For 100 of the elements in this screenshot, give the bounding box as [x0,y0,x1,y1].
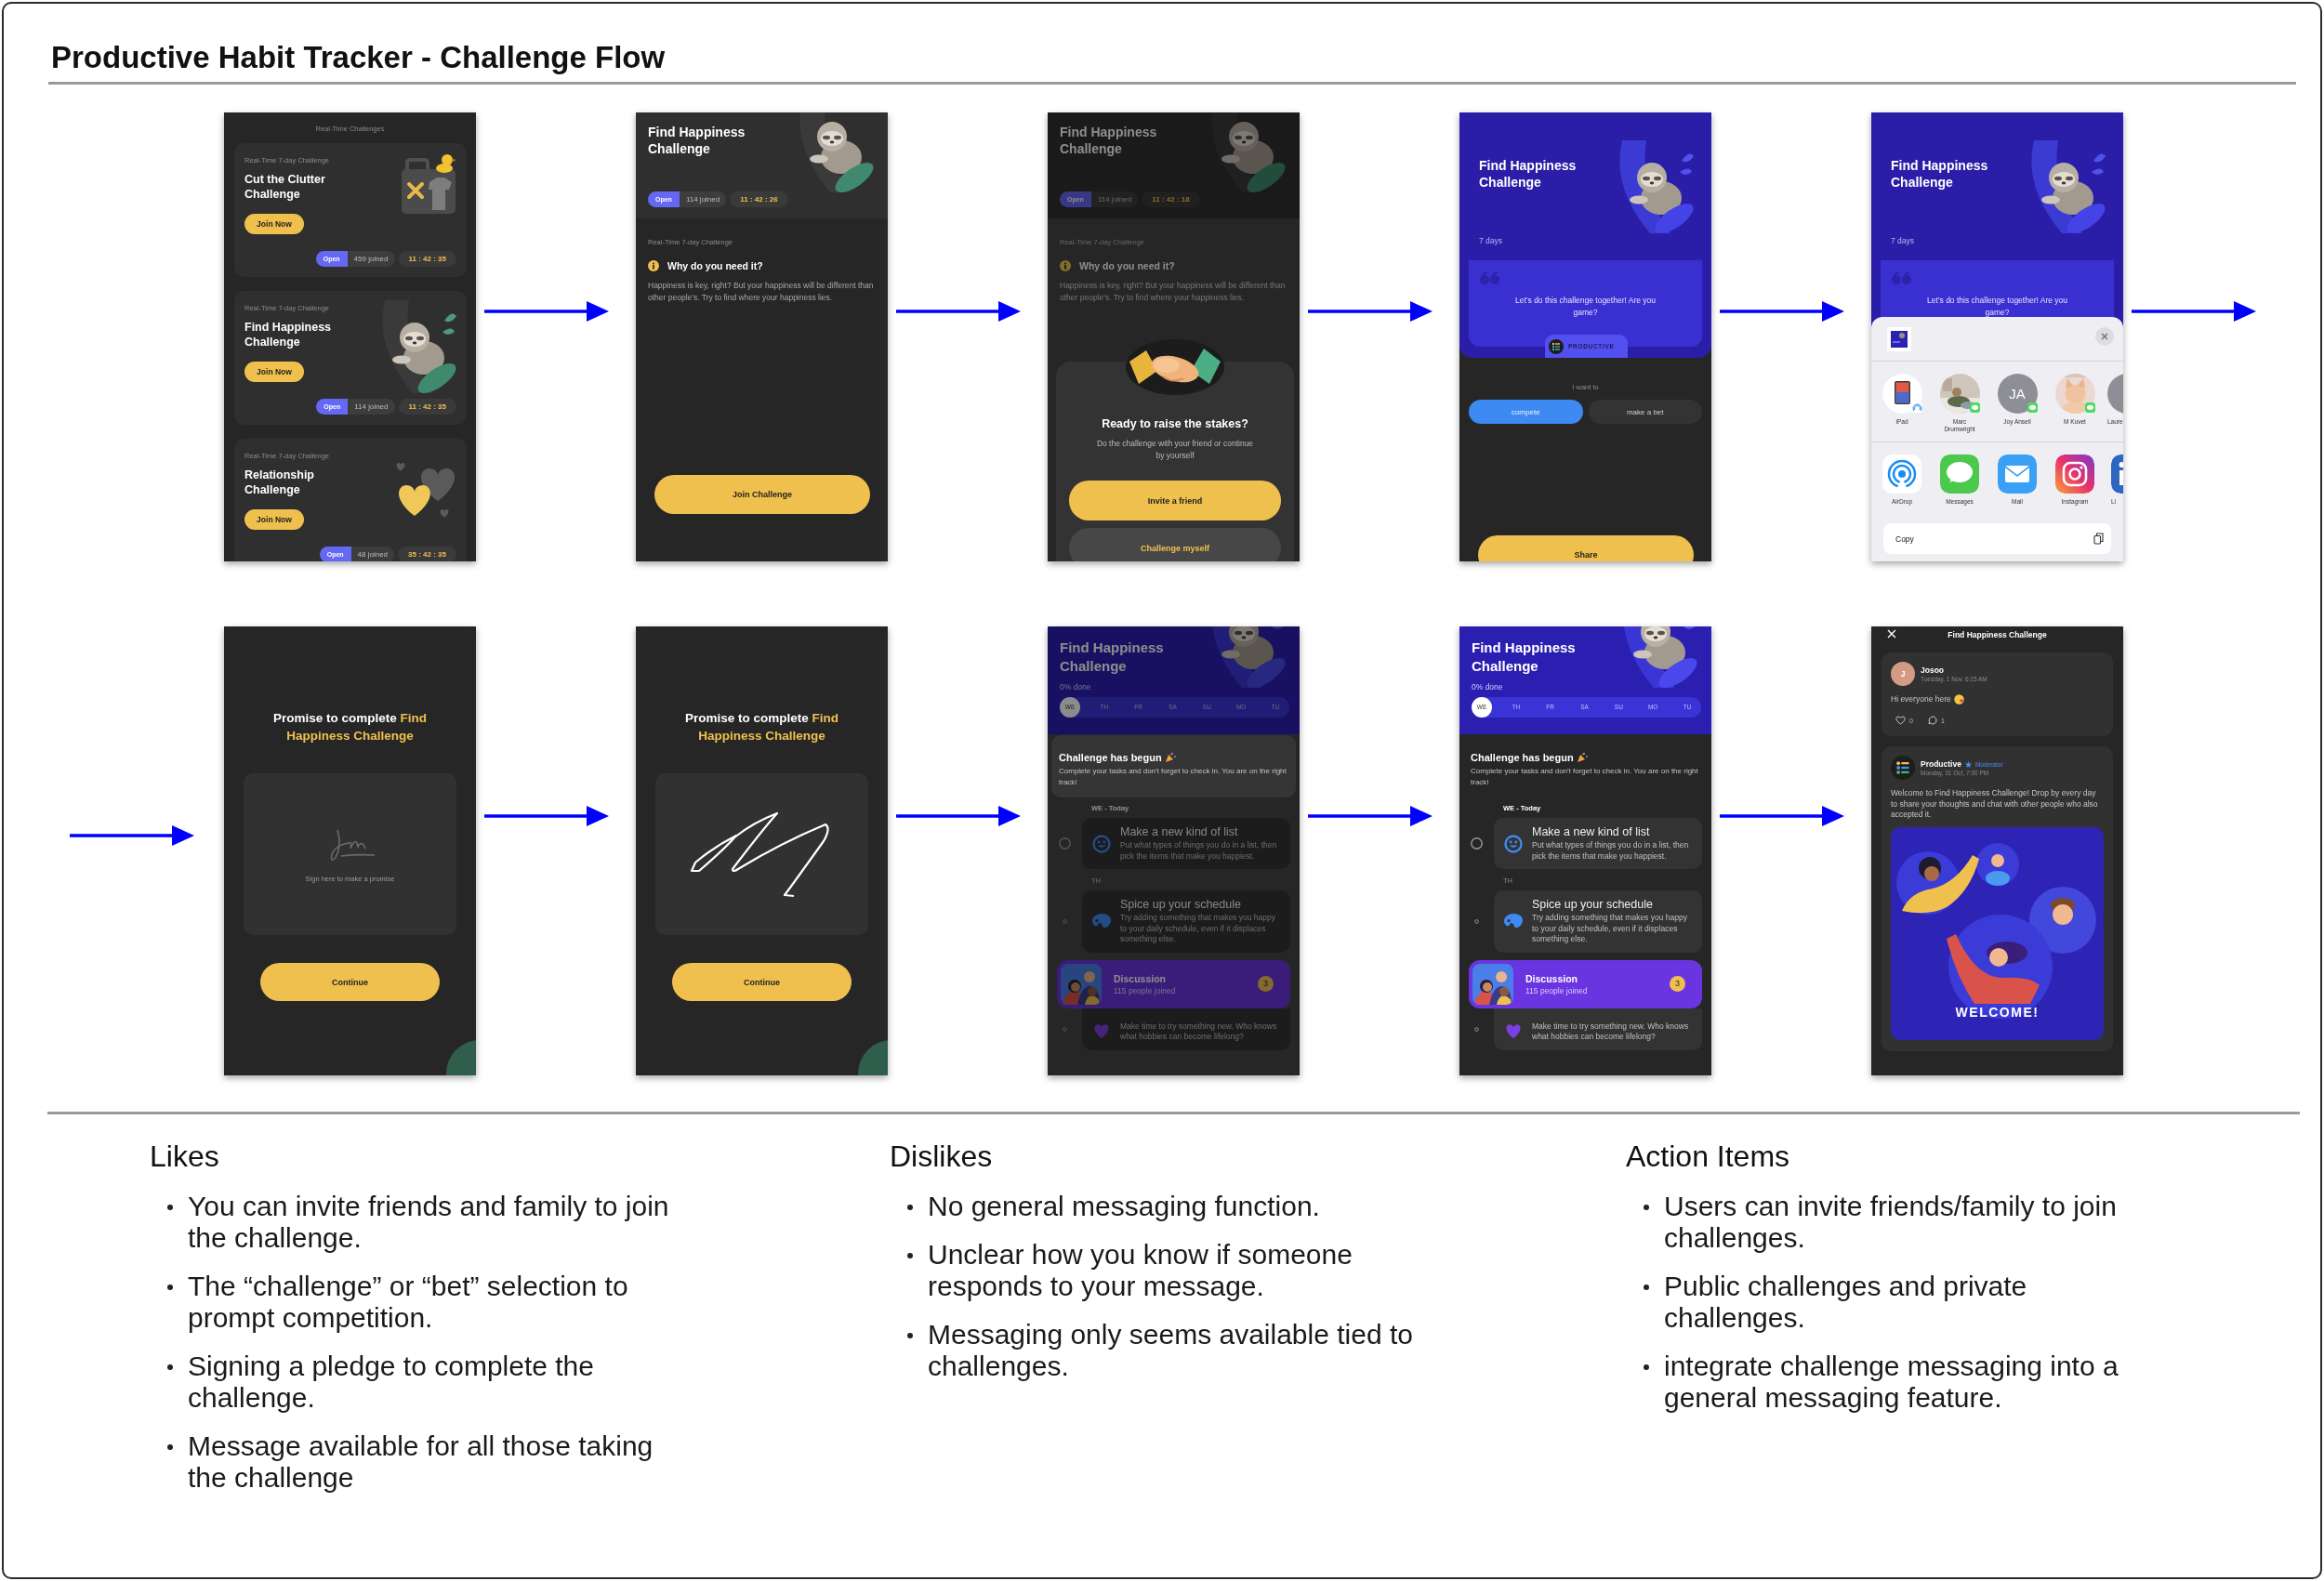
dialog-text: Do the challenge with your friend or continue by yourself [1096,438,1254,462]
envelope-icon[interactable] [1998,455,2037,494]
bullet-icon [907,1333,913,1338]
member-count: 115 people joined [1525,985,1589,995]
challenge-title: Find Happiness Challenge [1060,639,1165,675]
section-heading: Action Items [1626,1139,1791,1174]
joined-count: 114 joined [348,399,395,415]
discussion-title: Discussion [1525,972,1579,984]
task-description: Make time to try something new. Who knows what hobbies can become lifelong? [1120,1021,1278,1043]
join-button[interactable]: Join Now [244,509,304,530]
bullet-text: Public challenges and private challenges. [1664,1271,2028,1334]
task-description: Try adding something that makes you happy to your daily schedule, even if it displaces something else. [1120,913,1276,945]
bullet-text: You can invite friends and family to join the challenge. [188,1191,670,1254]
heart-icon [1092,1022,1111,1039]
screen-title: Find Happiness Challenge [1948,629,2047,639]
share-button[interactable]: Share [1478,535,1694,561]
party-icon [1576,752,1588,763]
card-title: Relationship Challenge [244,468,315,497]
bullet-icon [1644,1205,1649,1210]
contact-avatar[interactable]: JA [1997,374,2038,414]
invite-button[interactable]: Invite a friend [1069,481,1281,520]
like-icon [1895,716,1906,726]
join-button[interactable]: Join Now [244,362,304,382]
promise-title: Promise to complete Find Happiness Challenge [271,710,429,744]
discussion-card[interactable]: Discussion 115 people joined 3 [1469,959,1702,1008]
description-text: Happiness is key, right? But your happiness will be different than other people's. Try to find where your happiness lies. [1060,280,1287,303]
discussion-card[interactable]: Discussion 115 people joined 3 [1057,959,1290,1008]
task-title: Spice up your schedule [1532,898,1654,911]
continue-button[interactable]: Continue [260,963,440,1001]
task-card[interactable]: Make time to try something new. Who knows what hobbies can become lifelong? [1494,1008,1702,1050]
count-badge: 3 [1670,976,1685,992]
bullet-icon [907,1253,913,1258]
challenge-title: Find Happiness Challenge [648,125,746,157]
task-card[interactable]: Make time to try something new. Who knows what hobbies can become lifelong? [1082,1008,1290,1050]
joined-count: 48 joined [350,547,395,561]
message-badge-icon [2085,402,2095,413]
info-icon [648,260,659,271]
joined-count: 459 joined [347,251,395,267]
bullet-text: Messaging only seems available tied to challenges. [928,1319,1414,1382]
bullet-icon [167,1285,173,1290]
joined-count: 114 joined [679,191,727,207]
task-card[interactable]: Spice up your schedule Try adding something that makes you happy to your daily schedule, even if it displaces something else. [1494,890,1702,953]
tablet-icon[interactable] [1882,374,1922,414]
signature-field[interactable] [655,773,868,935]
challenge-title: Find Happiness Challenge [1891,158,1989,191]
bullet-icon [167,1364,173,1370]
count-badge: 3 [1258,976,1274,992]
logo-icon [1891,756,1915,781]
discussion-title: Discussion [1114,972,1168,984]
task-card[interactable]: Make a new kind of list Put what types of things you do in a list, then pick the items that make you happiest. [1494,818,1702,869]
smiley-icon [1092,834,1111,853]
star-icon [1964,760,1972,768]
progress-text: 0% done [1472,682,1504,692]
bullet-text: The “challenge” or “bet” selection to prompt competition. [188,1271,629,1334]
quote-mark-icon [1480,271,1500,284]
challenge-myself-button[interactable]: Challenge myself [1069,528,1281,561]
bullet-text: Message available for all those taking the challenge [188,1430,654,1494]
quote-mark-icon [1892,271,1912,284]
heart-icon [1504,1022,1523,1039]
close-icon [2101,333,2108,340]
author-name: Productive [1921,759,1961,770]
bullet-text: No general messaging function. [928,1191,1321,1222]
option-button[interactable]: make a bet [1588,400,1702,424]
close-button[interactable] [2095,327,2114,346]
continue-button[interactable]: Continue [672,963,852,1001]
author-name: Josoo [1921,665,1945,675]
task-title: Make a new kind of list [1532,825,1651,838]
option-button[interactable]: compete [1469,400,1583,424]
camera-icon[interactable] [2055,455,2094,494]
smiley-icon [1504,834,1523,853]
challenge-title: Find Happiness Challenge [1472,639,1577,675]
info-icon [1060,260,1071,271]
timer-badge: 11 : 42 : 35 [398,251,456,267]
task-description: Put what types of things you do in a list, then pick the items that make you happiest. [1532,840,1690,862]
join-button[interactable]: Join Now [244,214,304,234]
message-badge-icon [2027,402,2038,413]
task-title: Spice up your schedule [1120,898,1242,911]
bullet-icon [907,1205,913,1210]
airdrop-icon[interactable] [1882,455,1921,494]
task-description: Put what types of things you do in a list, then pick the items that make you happiest. [1120,840,1278,862]
task-description: Try adding something that makes you happy to your daily schedule, even if it displaces something else. [1532,913,1688,945]
section-heading: Dislikes [890,1139,994,1174]
timer-badge: 11 : 42 : 35 [398,399,456,415]
bullet-icon [1644,1364,1649,1370]
bullet-text: Users can invite friends/family to join challenges. [1664,1191,2118,1254]
task-card[interactable]: Make a new kind of list Put what types of things you do in a list, then pick the items that make you happiest. [1082,818,1290,869]
task-card[interactable]: Spice up your schedule Try adding something that makes you happy to your daily schedule, even if it displaces something else. [1082,890,1290,953]
duration-text: 7 days [1479,236,1504,245]
challenge-title: Find Happiness Challenge [1060,125,1158,157]
section-heading: Why do you need it? [1079,260,1175,271]
post-text: Hi everyone here [1891,694,1951,705]
join-challenge-button[interactable]: Join Challenge [654,475,870,514]
card-title: Cut the Clutter Challenge [244,172,326,202]
copy-button[interactable]: Copy [1883,523,2111,554]
banner-text: Complete your tasks and don't forget to check in. You are on the right track! [1471,766,1699,788]
timer-badge: 35 : 42 : 35 [398,547,456,561]
close-icon[interactable] [1887,629,1896,639]
image-caption: WELCOME! [1955,1005,2040,1021]
list-icon [1549,338,1564,354]
party-icon [1164,752,1176,763]
